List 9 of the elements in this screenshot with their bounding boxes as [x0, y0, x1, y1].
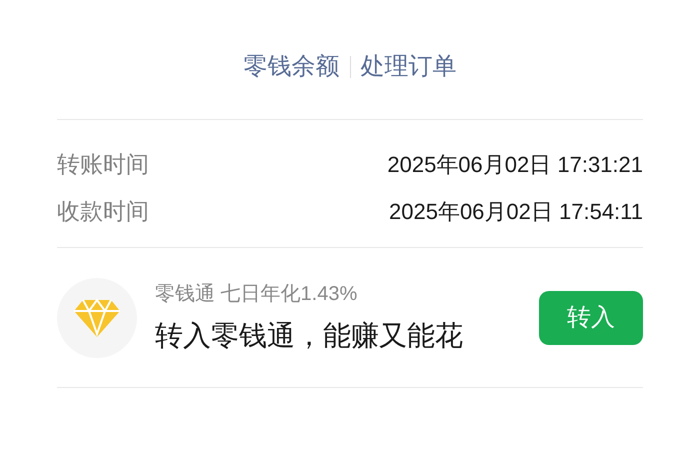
promo-title: 零钱通 七日年化1.43% [155, 282, 358, 306]
detail-label: 收款时间 [57, 196, 149, 226]
text-link[interactable]: 零钱余额 [244, 49, 340, 85]
text-link[interactable]: 处理订单 [360, 49, 456, 85]
promo-subtitle: 转入零钱通，能赚又能花 [155, 318, 464, 352]
detail-value: 2025年06月02日 17:31:21 [387, 150, 643, 178]
detail-label: 转账时间 [57, 150, 149, 179]
detail-value: 2025年06月02日 17:54:11 [389, 198, 643, 226]
transfer-in-button[interactable]: 转入 [539, 290, 643, 344]
